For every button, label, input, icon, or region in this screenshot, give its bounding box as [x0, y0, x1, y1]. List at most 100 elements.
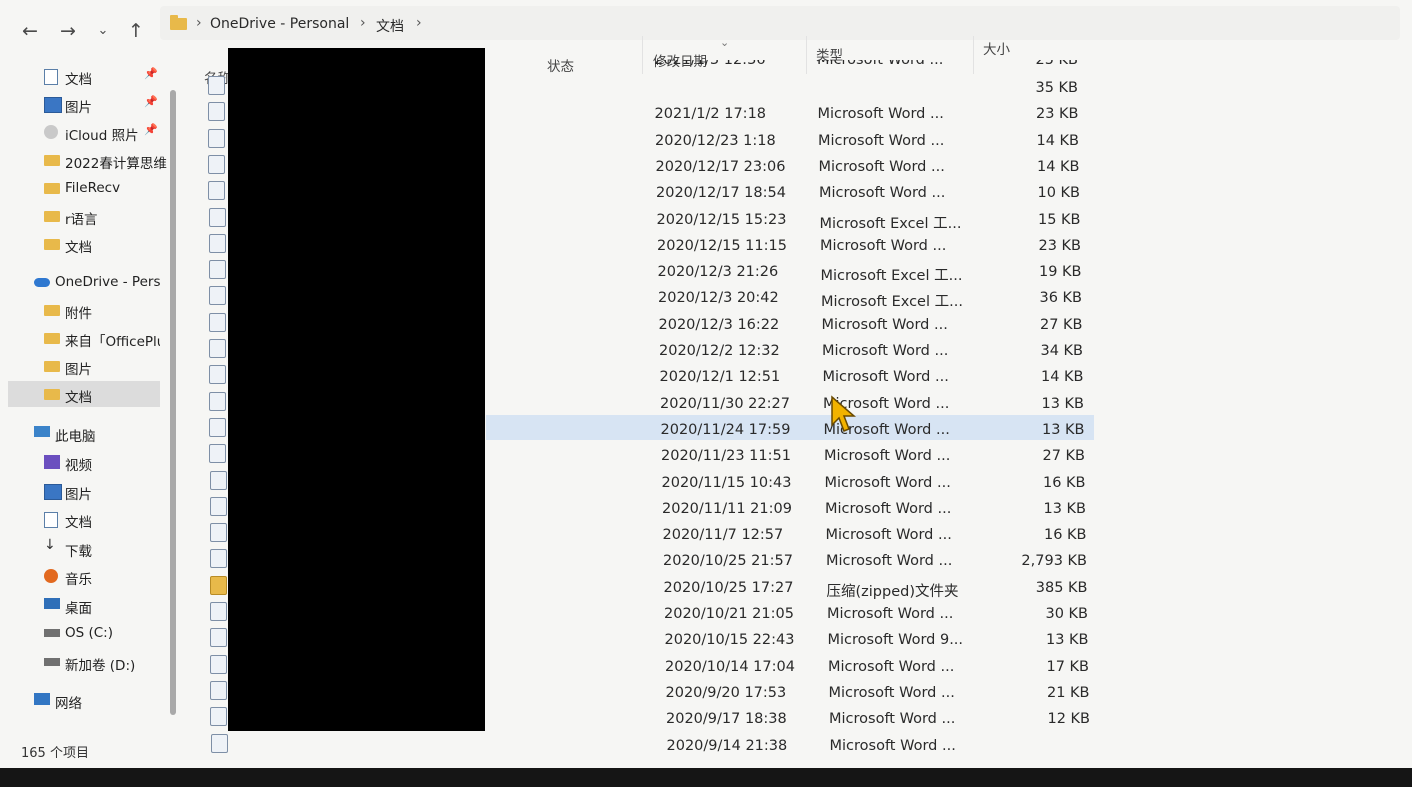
sidebar-item[interactable]: 文档: [8, 381, 160, 407]
file-date-cell[interactable]: 2020/10/15 22:43: [665, 632, 795, 648]
document-icon[interactable]: [208, 76, 225, 95]
file-size-cell[interactable]: 16 KB: [991, 527, 1087, 543]
file-type-cell[interactable]: Microsoft Word ...: [818, 106, 944, 122]
forward-button[interactable]: →: [57, 20, 79, 42]
document-icon[interactable]: [208, 102, 226, 122]
sidebar-item[interactable]: 图片 📌: [8, 91, 160, 117]
document-icon[interactable]: [209, 470, 227, 490]
file-type-cell[interactable]: Microsoft Word ...: [822, 317, 948, 333]
document-icon[interactable]: [208, 233, 226, 253]
file-type-cell[interactable]: Microsoft Word ...: [825, 501, 951, 517]
document-icon[interactable]: [208, 260, 226, 280]
file-date-cell[interactable]: 2021/1/2 17:18: [655, 106, 767, 122]
file-date-cell[interactable]: 2020/12/3 16:22: [659, 317, 780, 333]
file-date-cell[interactable]: 2020/12/15 11:15: [657, 238, 787, 254]
file-size-cell[interactable]: 14 KB: [988, 369, 1084, 385]
file-date-cell[interactable]: 2020/11/7 12:57: [663, 527, 784, 543]
sidebar-item[interactable]: 2022春计算思维: [8, 147, 167, 173]
file-type-cell[interactable]: 压缩(zipped)文件夹: [827, 580, 959, 601]
file-type-cell[interactable]: Microsoft Word ...: [819, 185, 945, 201]
file-type-cell[interactable]: Microsoft Word ...: [826, 527, 952, 543]
file-size-cell[interactable]: 13 KB: [990, 501, 1086, 517]
sidebar-item[interactable]: 文档: [8, 231, 160, 257]
document-icon[interactable]: [210, 602, 227, 621]
file-date-cell[interactable]: 2020/12/23 1:18: [655, 133, 776, 149]
sidebar-scrollbar[interactable]: [170, 90, 176, 715]
document-icon[interactable]: [210, 680, 228, 700]
file-date-cell[interactable]: 2020/12/2 12:32: [659, 343, 780, 359]
sidebar-item[interactable]: 来自「OfficePlus」: [8, 325, 160, 351]
file-type-cell[interactable]: Microsoft Word ...: [818, 133, 944, 149]
document-icon[interactable]: [209, 496, 227, 516]
document-icon[interactable]: [209, 339, 226, 358]
file-type-cell[interactable]: Microsoft Word ...: [830, 738, 956, 754]
file-size-cell[interactable]: 385 KB: [992, 580, 1088, 596]
file-type-cell[interactable]: Microsoft Word ...: [824, 448, 950, 464]
file-type-cell[interactable]: Microsoft Word 9...: [828, 632, 964, 648]
sidebar-item[interactable]: 图片: [8, 478, 160, 504]
sidebar-item[interactable]: 图片: [8, 353, 160, 379]
back-button[interactable]: ←: [19, 20, 41, 42]
file-date-cell[interactable]: 2020/10/14 17:04: [665, 659, 795, 675]
file-date-cell[interactable]: 2020/12/3 21:26: [658, 264, 779, 280]
file-type-cell[interactable]: Microsoft Word ...: [826, 553, 952, 569]
sidebar-item[interactable]: OS (C:): [8, 620, 160, 646]
file-size-cell[interactable]: 12 KB: [994, 711, 1090, 727]
file-date-cell[interactable]: 2020/11/24 17:59: [661, 422, 791, 438]
file-size-cell[interactable]: 23 KB: [985, 238, 1081, 254]
file-date-cell[interactable]: 2020/12/3 20:42: [658, 290, 779, 306]
sidebar-item[interactable]: 此电脑: [8, 420, 160, 446]
file-type-cell[interactable]: Microsoft Excel 工...: [820, 212, 962, 233]
file-size-cell[interactable]: 36 KB: [986, 290, 1082, 306]
sidebar-item[interactable]: FileRecv: [8, 175, 160, 201]
file-size-cell[interactable]: 21 KB: [994, 685, 1090, 701]
recent-locations-button[interactable]: ⌄: [92, 20, 114, 42]
file-type-cell[interactable]: Microsoft Word ...: [823, 369, 949, 385]
sidebar-item[interactable]: 新加卷 (D:): [8, 649, 160, 675]
file-size-cell[interactable]: 10 KB: [984, 185, 1080, 201]
file-date-cell[interactable]: 2020/11/23 11:51: [661, 448, 791, 464]
file-size-cell[interactable]: 34 KB: [987, 343, 1083, 359]
document-icon[interactable]: [210, 733, 228, 753]
file-date-cell[interactable]: 2020/10/21 21:05: [664, 606, 794, 622]
file-type-cell[interactable]: Microsoft Word ...: [820, 238, 946, 254]
zip-folder-icon[interactable]: [209, 575, 227, 595]
file-date-cell[interactable]: 2020/9/14 21:38: [667, 738, 788, 754]
file-size-cell[interactable]: 14 KB: [983, 133, 1079, 149]
document-icon[interactable]: [208, 312, 226, 332]
document-icon[interactable]: [208, 286, 226, 306]
document-icon[interactable]: [208, 207, 226, 227]
file-size-cell[interactable]: 13 KB: [993, 632, 1089, 648]
file-size-cell[interactable]: 17 KB: [993, 659, 1089, 675]
document-icon[interactable]: [209, 365, 227, 385]
document-icon[interactable]: [210, 654, 228, 674]
file-date-cell[interactable]: 2020/10/25 21:57: [663, 553, 793, 569]
file-size-cell[interactable]: 19 KB: [986, 264, 1082, 280]
file-date-cell[interactable]: 2020/11/30 22:27: [660, 396, 790, 412]
sidebar-item[interactable]: 附件: [8, 297, 160, 323]
document-icon[interactable]: [208, 154, 226, 174]
file-size-cell[interactable]: 14 KB: [984, 159, 1080, 175]
up-button[interactable]: ↑: [125, 20, 147, 42]
file-date-cell[interactable]: 2020/12/1 12:51: [660, 369, 781, 385]
sidebar-item[interactable]: 音乐: [8, 563, 160, 589]
file-date-cell[interactable]: 2020/11/15 10:43: [662, 475, 792, 491]
sidebar-item[interactable]: ↓ 下载: [8, 535, 160, 561]
file-date-cell[interactable]: 2020/11/11 21:09: [662, 501, 792, 517]
document-icon[interactable]: [210, 628, 228, 648]
document-icon[interactable]: [208, 181, 226, 201]
file-date-cell[interactable]: 2020/9/20 17:53: [666, 685, 787, 701]
file-size-cell[interactable]: 27 KB: [987, 317, 1083, 333]
file-date-cell[interactable]: 2020/12/15 15:23: [657, 212, 787, 228]
file-type-cell[interactable]: Microsoft Word ...: [819, 159, 945, 175]
document-icon[interactable]: [209, 391, 227, 411]
file-size-cell[interactable]: 13 KB: [989, 422, 1085, 438]
document-icon[interactable]: [208, 128, 226, 148]
sidebar-item[interactable]: 视频: [8, 449, 160, 475]
file-size-cell[interactable]: 16 KB: [990, 475, 1086, 491]
file-size-cell[interactable]: 30 KB: [992, 606, 1088, 622]
sidebar-item[interactable]: 网络: [8, 687, 160, 713]
file-size-cell[interactable]: 15 KB: [985, 212, 1081, 228]
document-icon[interactable]: [209, 549, 227, 569]
file-type-cell[interactable]: Microsoft Word ...: [828, 659, 954, 675]
